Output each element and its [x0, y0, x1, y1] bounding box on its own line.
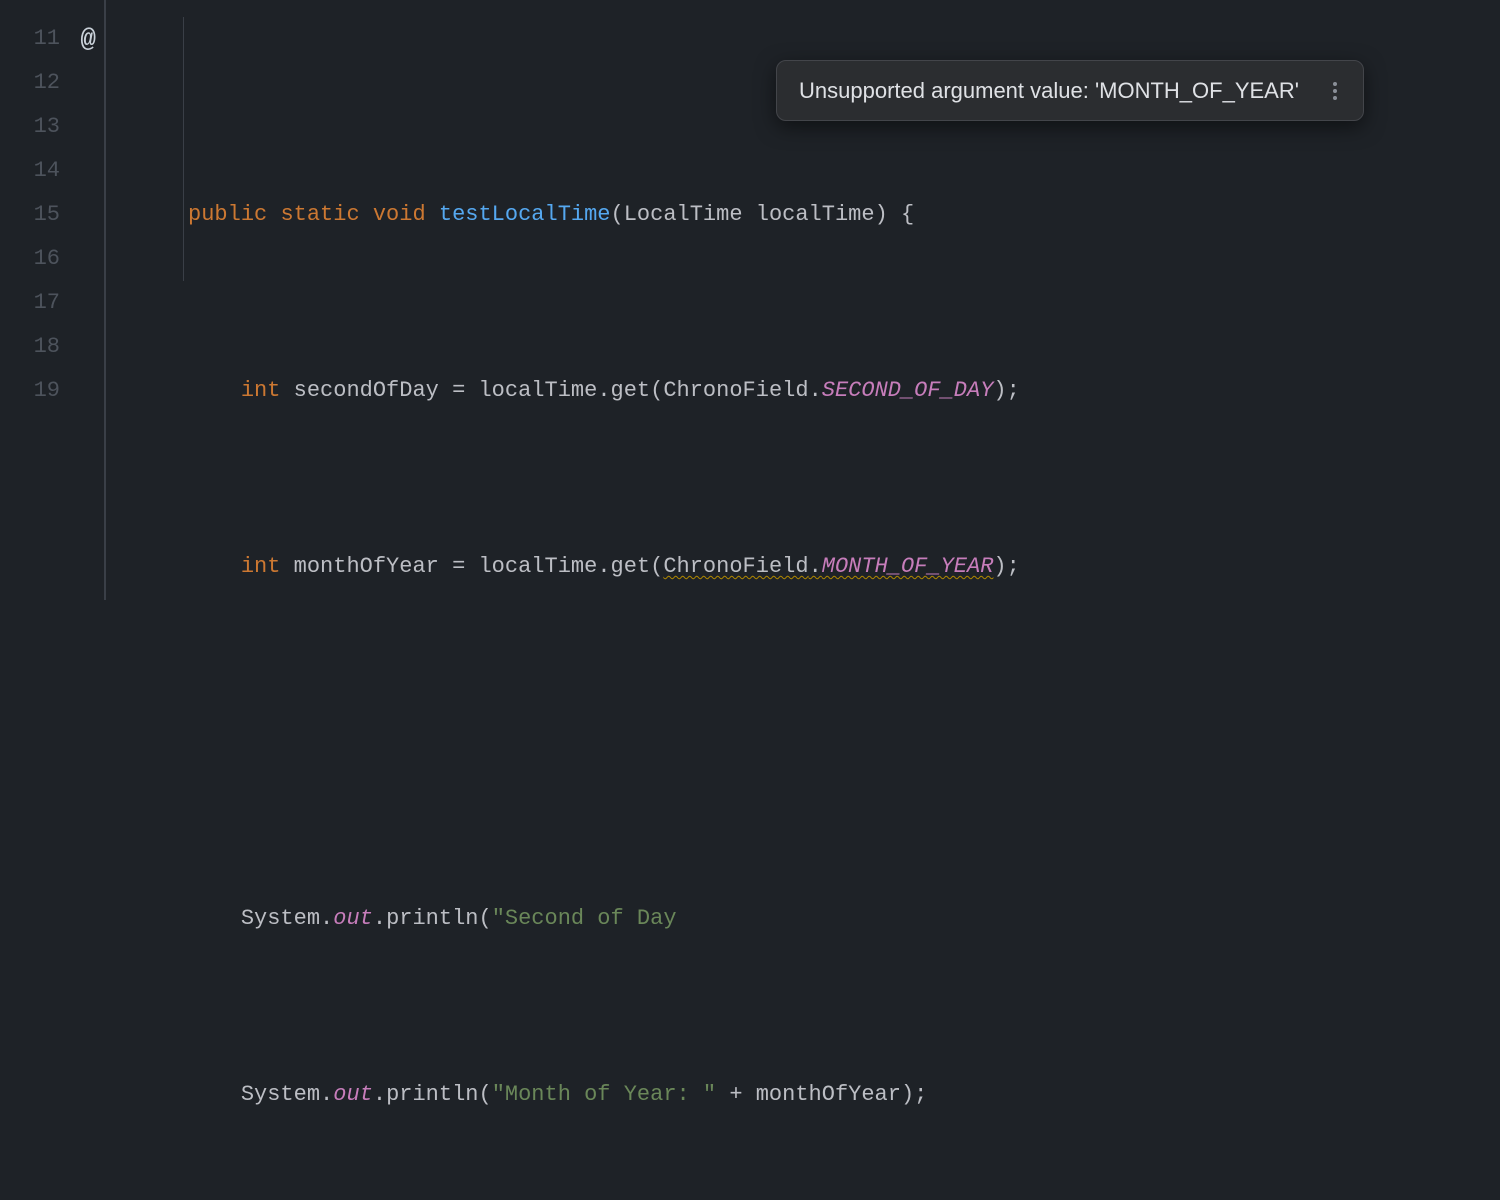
code-line-15[interactable]: System.out.println("Second of Day: [106, 897, 1500, 941]
tooltip-message: Unsupported argument value: 'MONTH_OF_YE…: [799, 73, 1299, 108]
line-number[interactable]: 12: [0, 61, 104, 105]
indent-guide: [183, 17, 184, 281]
code-line-12[interactable]: int secondOfDay = localTime.get(ChronoFi…: [106, 369, 1500, 413]
code-line-16[interactable]: System.out.println("Month of Year: " + m…: [106, 1073, 1500, 1117]
line-number[interactable]: 18: [0, 325, 104, 369]
code-line-14[interactable]: [106, 721, 1500, 765]
more-actions-icon[interactable]: [1329, 82, 1341, 100]
inspection-tooltip[interactable]: Unsupported argument value: 'MONTH_OF_YE…: [776, 60, 1364, 121]
line-number[interactable]: 11 @: [0, 17, 104, 61]
line-number[interactable]: 16: [0, 237, 104, 281]
code-line-13[interactable]: int monthOfYear = localTime.get(ChronoFi…: [106, 545, 1500, 589]
code-line-11[interactable]: public static void testLocalTime(LocalTi…: [106, 193, 1500, 237]
line-number[interactable]: 13: [0, 105, 104, 149]
line-number[interactable]: 14: [0, 149, 104, 193]
line-number[interactable]: 19: [0, 369, 104, 413]
code-editor: 11 @ 12 13 14 15 16 17 18 19 public stat…: [0, 0, 1500, 600]
warning-span[interactable]: ChronoField.MONTH_OF_YEAR: [663, 554, 993, 579]
override-icon[interactable]: @: [80, 17, 96, 61]
line-number[interactable]: 17: [0, 281, 104, 325]
code-area[interactable]: public static void testLocalTime(LocalTi…: [106, 0, 1500, 600]
line-number[interactable]: 15: [0, 193, 104, 237]
gutter: 11 @ 12 13 14 15 16 17 18 19: [0, 0, 106, 600]
